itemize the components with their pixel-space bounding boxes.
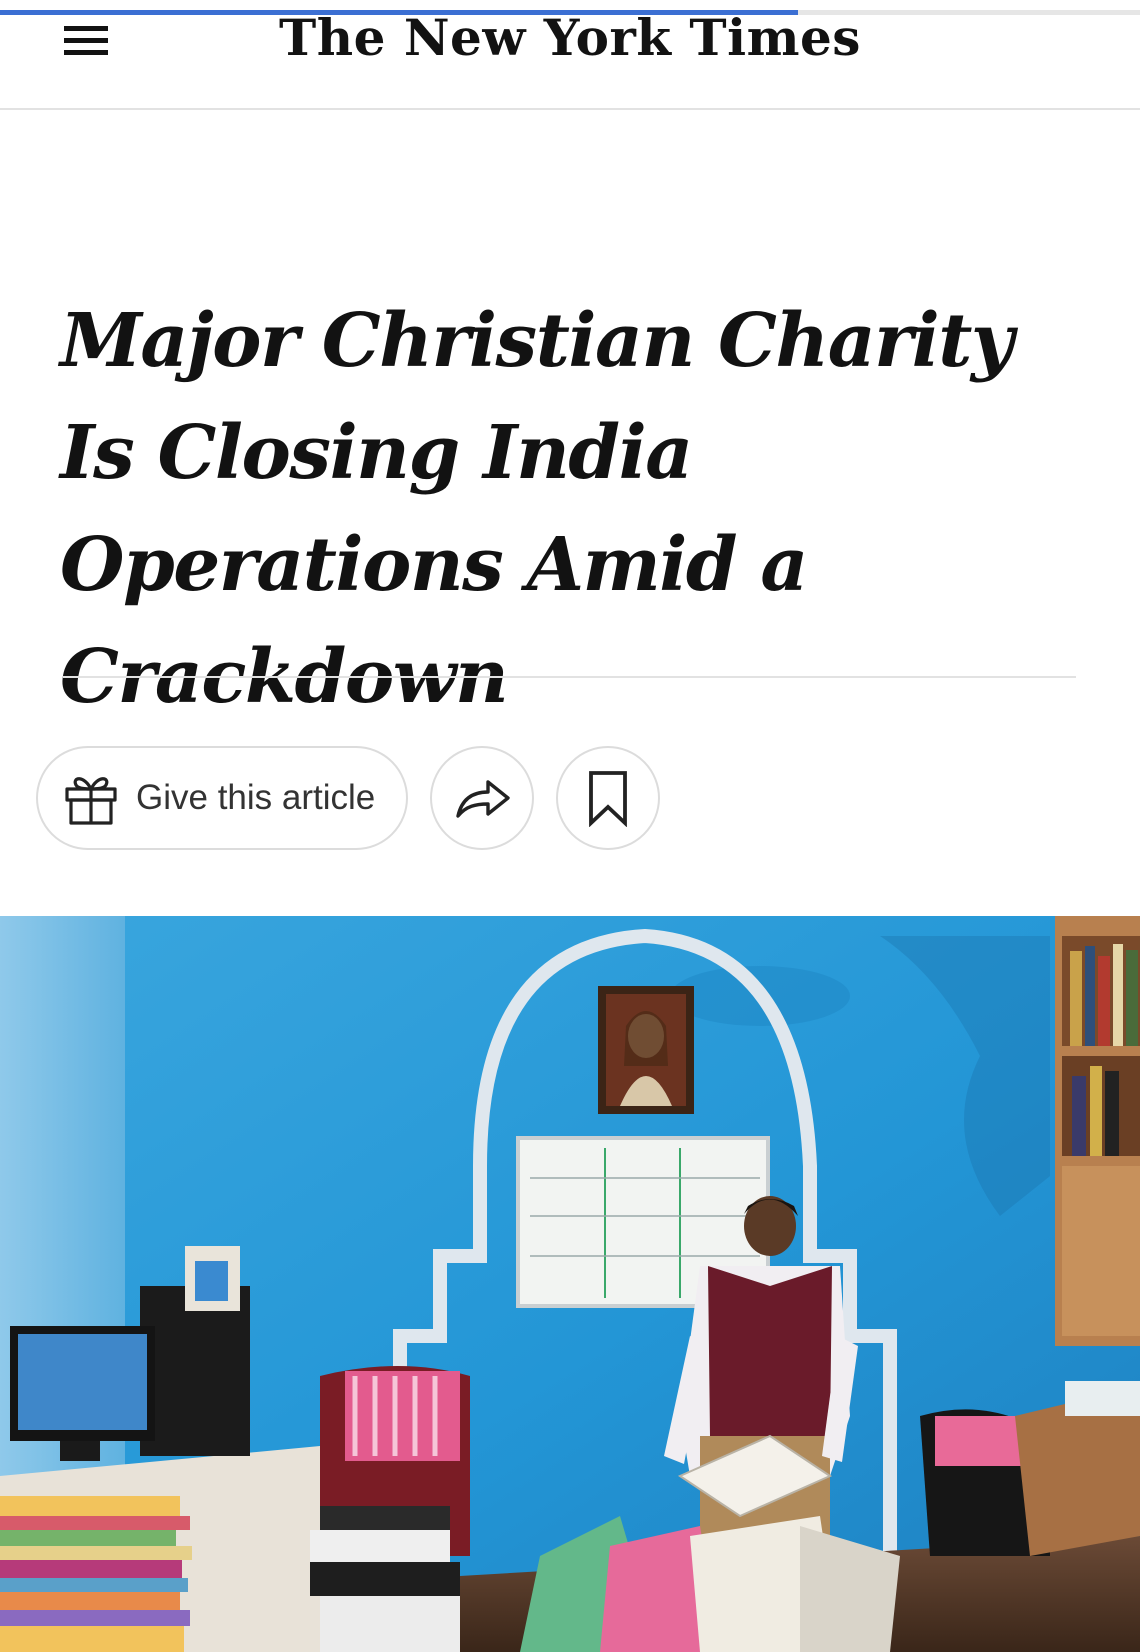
gift-icon xyxy=(65,777,117,825)
nyt-logo[interactable]: The New York Times xyxy=(0,8,1140,67)
article-headline: Major Christian Charity Is Closing India… xyxy=(60,298,1014,720)
share-arrow-icon xyxy=(456,780,510,818)
give-article-label: Give this article xyxy=(136,778,376,817)
masthead: The New York Times xyxy=(0,0,1140,110)
share-button[interactable] xyxy=(430,746,534,850)
bookmark-icon xyxy=(589,771,627,827)
office-scene-illustration xyxy=(0,916,1140,1652)
save-button[interactable] xyxy=(556,746,660,850)
headline-divider xyxy=(63,676,1076,678)
article-lead-photo xyxy=(0,916,1140,1652)
give-article-button[interactable]: Give this article xyxy=(36,746,408,850)
